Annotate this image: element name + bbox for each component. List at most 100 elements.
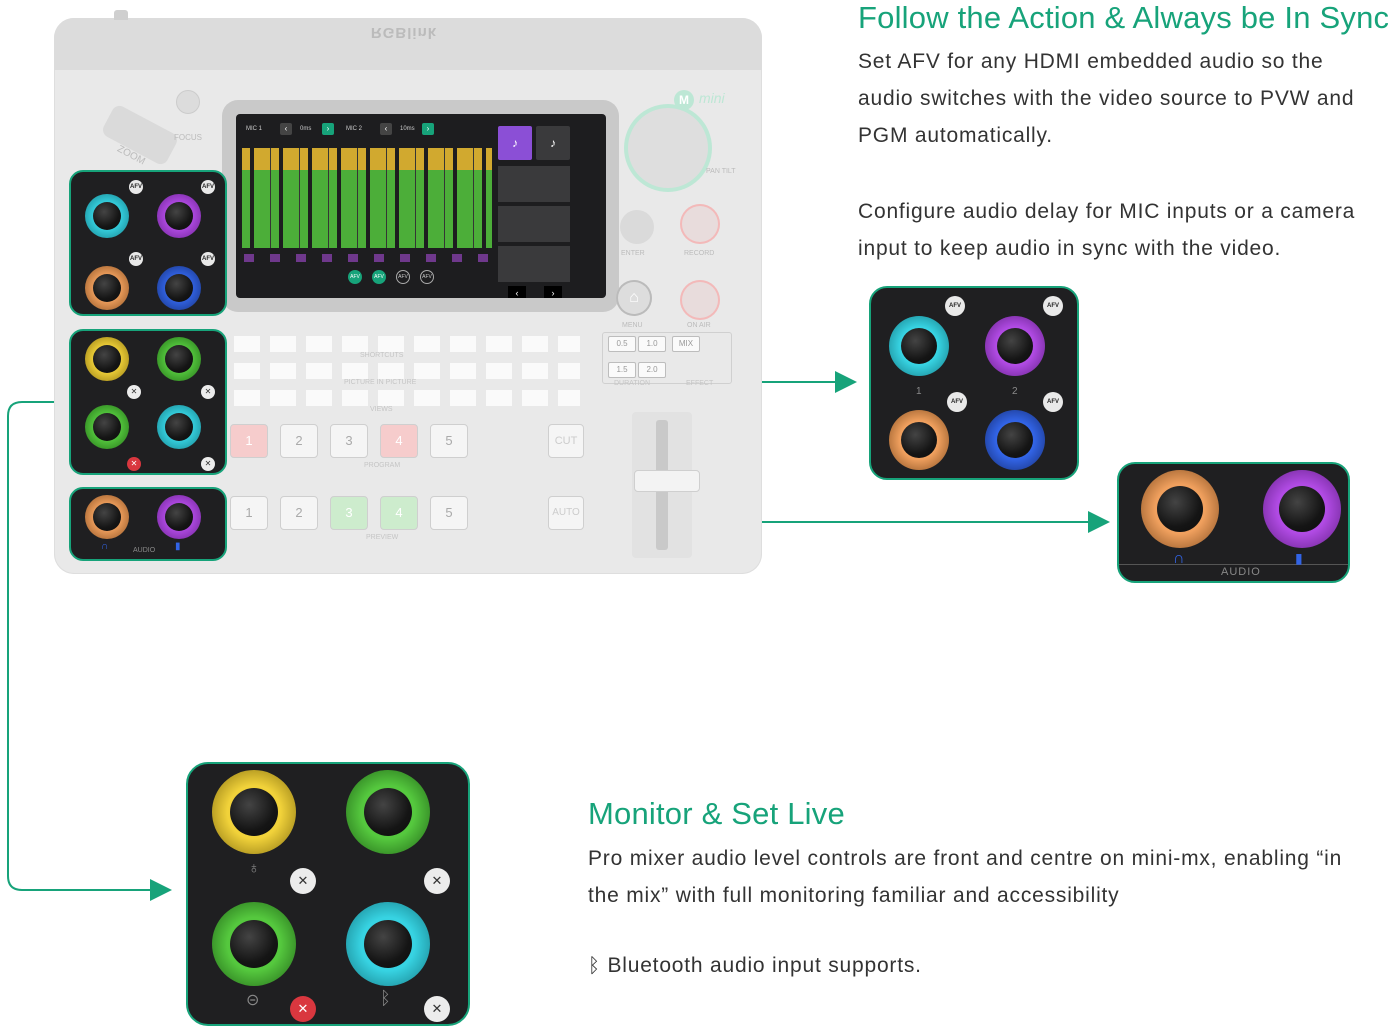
knob-speaker[interactable] [165, 503, 193, 531]
mute-icon[interactable]: ✕ [290, 996, 316, 1022]
zoom-bt-knob[interactable] [364, 920, 412, 968]
knob-3[interactable] [93, 274, 121, 302]
zoom-headphone-knob[interactable] [1157, 486, 1203, 532]
mute-icon[interactable]: ✕ [424, 996, 450, 1022]
knob-bt[interactable] [165, 413, 193, 441]
program-button-5[interactable]: 5 [430, 424, 468, 458]
screen-afv-badge-3[interactable]: AFV [396, 270, 410, 284]
zoom-line-knob[interactable] [230, 920, 278, 968]
duration-button-2[interactable]: 1.0 [638, 336, 666, 352]
program-button-4[interactable]: 4 [380, 424, 418, 458]
knob-mic[interactable] [93, 345, 121, 373]
mic1-label: MIC 1 [246, 126, 263, 132]
focus-button[interactable] [176, 90, 200, 114]
mute-icon[interactable]: ✕ [424, 868, 450, 894]
t-bar-handle[interactable] [634, 470, 700, 492]
bluetooth-text: Bluetooth audio input supports. [607, 954, 922, 977]
screen-afv-badge-2[interactable]: AFV [372, 270, 386, 284]
preview-button-2[interactable]: 2 [280, 496, 318, 530]
afv-icon[interactable]: AFV [1043, 392, 1063, 412]
mix-button[interactable]: MIX [672, 336, 700, 352]
duration-button-4[interactable]: 2.0 [638, 362, 666, 378]
mic1-delay: 0ms [300, 126, 312, 132]
audio-connector-arrow [1088, 511, 1110, 533]
sync-paragraph-2: Configure audio delay for MIC inputs or … [858, 200, 1356, 260]
preview-label: PREVIEW [366, 534, 399, 541]
touch-screen[interactable]: MIC 1 ‹ 0ms › MIC 2 ‹ 10ms › AFV AFV AFV… [236, 114, 606, 298]
page-prev-button[interactable]: ‹ [508, 286, 526, 298]
channel-icons-row [244, 254, 494, 262]
auto-button[interactable]: AUTO [548, 496, 584, 530]
on-air-label: ON AIR [687, 322, 711, 329]
knob-1[interactable] [93, 202, 121, 230]
zoom-speaker-knob[interactable] [1279, 486, 1325, 532]
source-slot-1[interactable]: ♪ [498, 126, 532, 160]
mute-icon[interactable]: ✕ [127, 385, 141, 399]
knob-4[interactable] [165, 274, 193, 302]
audio-panel-divider [1119, 564, 1348, 565]
knob-headphone[interactable] [93, 503, 121, 531]
zoom-knob-1[interactable] [901, 328, 937, 364]
zoom-usb-knob[interactable] [364, 788, 412, 836]
menu-button[interactable]: ⌂ [616, 280, 652, 316]
program-button-2[interactable]: 2 [280, 424, 318, 458]
pip-buttons-row[interactable] [234, 363, 580, 379]
zoom-mic-knob[interactable] [230, 788, 278, 836]
zoom-knob-4[interactable] [997, 422, 1033, 458]
record-button[interactable] [680, 204, 720, 244]
program-button-3[interactable]: 3 [330, 424, 368, 458]
enter-knob[interactable] [620, 210, 654, 244]
views-label: VIEWS [370, 406, 393, 413]
mic1-prev-button[interactable]: ‹ [280, 123, 292, 135]
mute-icon[interactable]: ✕ [290, 868, 316, 894]
views-buttons-row[interactable] [234, 390, 580, 406]
on-air-button[interactable] [680, 280, 720, 320]
bluetooth-icon: ᛒ [380, 988, 391, 1008]
mic1-next-button[interactable]: › [322, 123, 334, 135]
zoom-knob-2[interactable] [997, 328, 1033, 364]
shortcut-buttons-row[interactable] [234, 336, 580, 352]
zoom-knob-3[interactable] [901, 422, 937, 458]
pan-tilt-joystick[interactable] [628, 108, 708, 188]
preview-button-3[interactable]: 3 [330, 496, 368, 530]
afv-icon[interactable]: AFV [129, 252, 143, 266]
afv-icon[interactable]: AFV [201, 252, 215, 266]
duration-button-3[interactable]: 1.5 [608, 362, 636, 378]
device-monitor-knob-group: ✕ ✕ ✕ ✕ [69, 329, 227, 475]
mic2-delay: 10ms [400, 126, 415, 132]
knob-2[interactable] [165, 202, 193, 230]
source-slot-2[interactable]: ♪ [536, 126, 570, 160]
source-slots-grid[interactable] [498, 166, 570, 282]
mute-icon[interactable]: ✕ [201, 385, 215, 399]
headphone-icon: ∩ [1173, 550, 1185, 567]
program-button-1[interactable]: 1 [230, 424, 268, 458]
cut-button[interactable]: CUT [548, 424, 584, 458]
sync-paragraph-1: Set AFV for any HDMI embedded audio so t… [858, 50, 1355, 147]
screen-afv-badge-4[interactable]: AFV [420, 270, 434, 284]
afv-icon[interactable]: AFV [1043, 296, 1063, 316]
device-audio-label: AUDIO [133, 547, 156, 554]
mute-icon[interactable]: ✕ [201, 457, 215, 471]
afv-icon[interactable]: AFV [947, 392, 967, 412]
screen-afv-badge-1[interactable]: AFV [348, 270, 362, 284]
afv-icon[interactable]: AFV [945, 296, 965, 316]
mute-icon[interactable]: ✕ [127, 457, 141, 471]
mini-logo: M [674, 90, 694, 110]
microphone-icon: ♁ [248, 860, 260, 877]
afv-icon[interactable]: AFV [201, 180, 215, 194]
page-next-button[interactable]: › [544, 286, 562, 298]
monitor-paragraph-1: Pro mixer audio level controls are front… [588, 847, 1343, 907]
afv-icon[interactable]: AFV [129, 180, 143, 194]
mic2-prev-button[interactable]: ‹ [380, 123, 392, 135]
knob-line[interactable] [93, 413, 121, 441]
preview-button-5[interactable]: 5 [430, 496, 468, 530]
preview-button-4[interactable]: 4 [380, 496, 418, 530]
duration-button-1[interactable]: 0.5 [608, 336, 636, 352]
mic2-next-button[interactable]: › [422, 123, 434, 135]
monitor-zoom-panel: ♁ ✕ ✕ ⊝ ✕ ᛒ ✕ [186, 762, 470, 1026]
brand-logo: RGBlink [370, 24, 438, 41]
screen-bezel: MIC 1 ‹ 0ms › MIC 2 ‹ 10ms › AFV AFV AFV… [222, 100, 619, 312]
knob-usb[interactable] [165, 345, 193, 373]
preview-button-1[interactable]: 1 [230, 496, 268, 530]
level-meters[interactable] [242, 148, 492, 248]
